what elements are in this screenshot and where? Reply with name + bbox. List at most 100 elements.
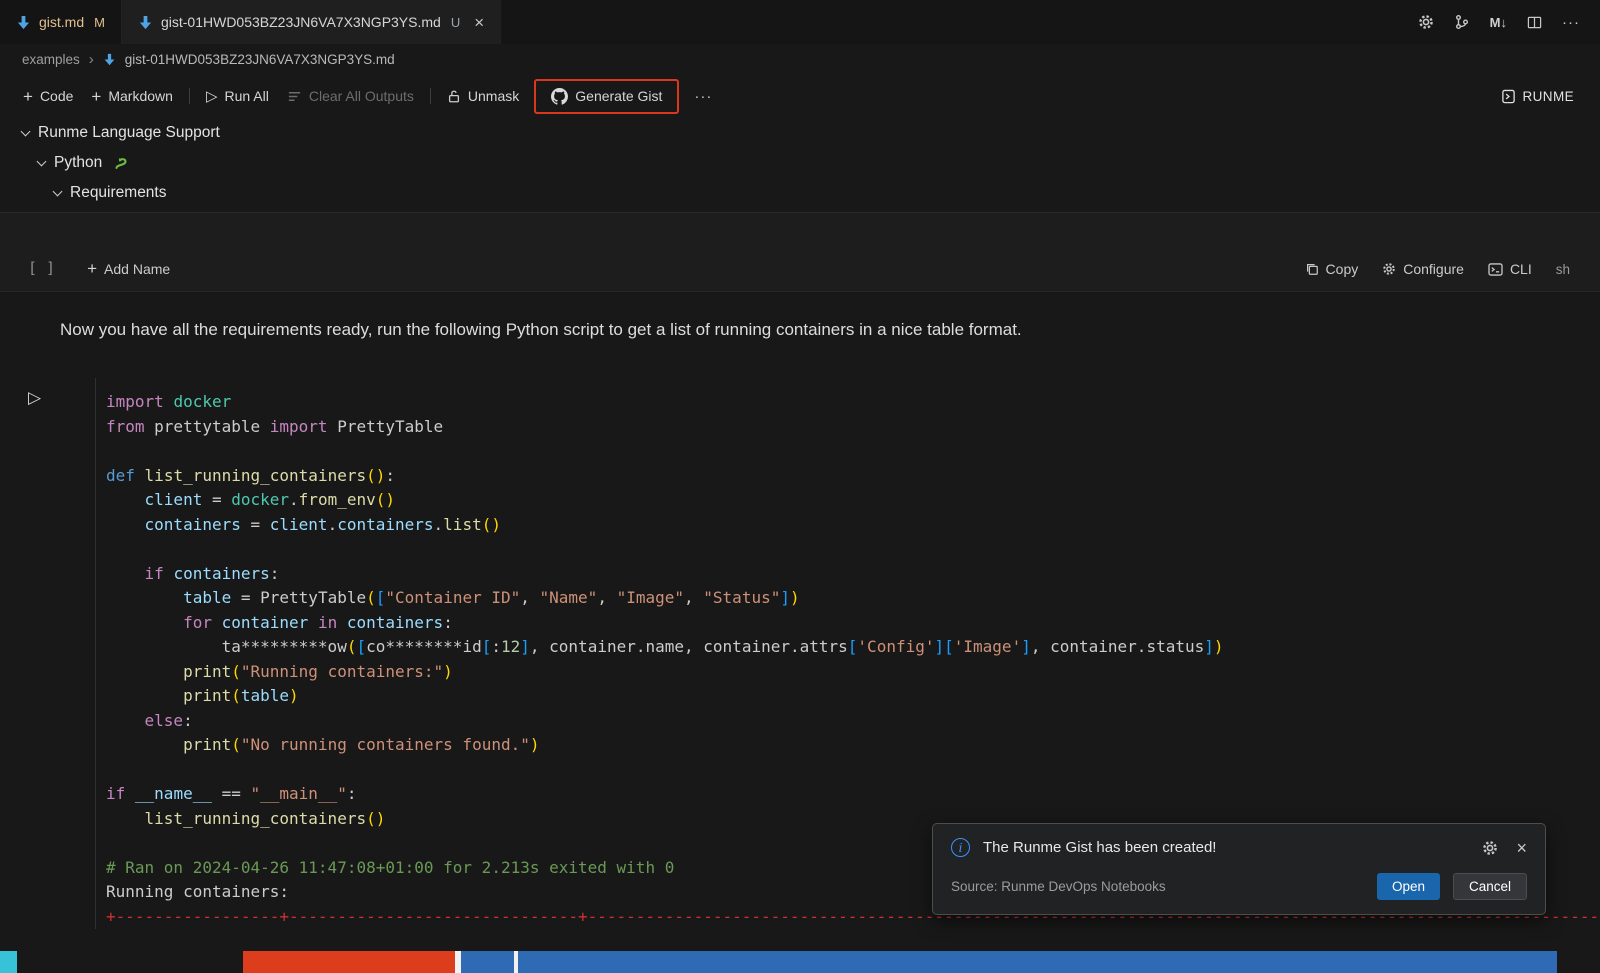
cancel-button[interactable]: Cancel bbox=[1453, 873, 1527, 900]
run-cell-icon[interactable]: ▷ bbox=[28, 388, 41, 408]
copy-label: Copy bbox=[1326, 261, 1359, 277]
cli-button[interactable]: CLI bbox=[1488, 261, 1532, 277]
markdown-file-icon bbox=[16, 15, 31, 30]
runme-label: RUNME bbox=[1523, 89, 1575, 104]
clear-all-outputs-button[interactable]: Clear All Outputs bbox=[278, 83, 423, 109]
gear-icon bbox=[1382, 262, 1396, 276]
tab-label: gist-01HWD053BZ23JN6VA7X3NGP3YS.md bbox=[161, 14, 441, 30]
chevron-right-icon: › bbox=[89, 51, 94, 68]
status-strip-segment bbox=[518, 951, 1557, 973]
info-icon: i bbox=[951, 838, 970, 857]
editor-actions: M↓ ··· bbox=[1418, 0, 1600, 44]
breadcrumb: examples › gist-01HWD053BZ23JN6VA7X3NGP3… bbox=[0, 44, 1600, 74]
add-markdown-button[interactable]: + Markdown bbox=[82, 83, 182, 110]
runme-logo-icon bbox=[1501, 89, 1516, 104]
cell-language-id: sh bbox=[1556, 262, 1570, 277]
tab-gist-md[interactable]: gist.md M bbox=[0, 0, 122, 44]
generate-gist-label: Generate Gist bbox=[575, 88, 662, 104]
toast-message: The Runme Gist has been created! bbox=[983, 839, 1216, 856]
code-line[interactable]: if __name__ == "__main__": bbox=[106, 782, 1600, 807]
generate-gist-button[interactable]: Generate Gist bbox=[542, 83, 671, 110]
configure-label: Configure bbox=[1403, 261, 1464, 277]
toast-source: Source: Runme DevOps Notebooks bbox=[951, 879, 1166, 894]
clear-outputs-icon bbox=[287, 89, 302, 104]
clear-all-outputs-label: Clear All Outputs bbox=[309, 88, 414, 104]
code-line[interactable]: table = PrettyTable(["Container ID", "Na… bbox=[106, 586, 1600, 611]
code-line[interactable]: containers = client.containers.list() bbox=[106, 513, 1600, 538]
code-line[interactable]: else: bbox=[106, 709, 1600, 734]
plus-icon: + bbox=[23, 88, 33, 105]
gear-icon[interactable] bbox=[1418, 14, 1434, 30]
tabbar-empty-space bbox=[501, 0, 1418, 44]
gear-icon[interactable] bbox=[1482, 840, 1498, 856]
add-code-button[interactable]: + Code bbox=[14, 83, 82, 110]
run-all-button[interactable]: ▷ Run All bbox=[197, 82, 278, 110]
chevron-down-icon[interactable] bbox=[37, 156, 47, 166]
run-all-label: Run All bbox=[224, 88, 268, 104]
add-code-label: Code bbox=[40, 88, 73, 104]
markdown-run-icon[interactable]: M↓ bbox=[1490, 15, 1507, 30]
tab-label: gist.md bbox=[39, 14, 84, 30]
close-icon[interactable]: × bbox=[474, 14, 484, 31]
more-cell-actions-icon[interactable]: ··· bbox=[685, 83, 721, 110]
code-line[interactable]: import docker bbox=[106, 390, 1600, 415]
notification-toast: i The Runme Gist has been created! × Sou… bbox=[932, 823, 1546, 915]
notebook-toolbar: + Code + Markdown ▷ Run All Clear All Ou… bbox=[0, 74, 1600, 118]
markdown-paragraph: Now you have all the requirements ready,… bbox=[60, 320, 1600, 340]
code-line[interactable] bbox=[106, 537, 1600, 562]
copy-button[interactable]: Copy bbox=[1305, 261, 1359, 277]
close-icon[interactable]: × bbox=[1516, 839, 1527, 857]
open-button[interactable]: Open bbox=[1377, 873, 1440, 900]
code-line[interactable] bbox=[106, 758, 1600, 783]
github-icon bbox=[551, 88, 568, 105]
status-strip-segment bbox=[461, 951, 514, 973]
code-line[interactable]: from prettytable import PrettyTable bbox=[106, 415, 1600, 440]
toast-actions: × bbox=[1482, 839, 1527, 857]
git-untracked-badge: U bbox=[451, 15, 460, 30]
source-control-graph-icon[interactable] bbox=[1454, 14, 1470, 30]
outline-label: Python bbox=[54, 154, 102, 172]
code-line[interactable]: ta*********ow([co********id[:12], contai… bbox=[106, 635, 1600, 660]
code-line[interactable]: def list_running_containers(): bbox=[106, 464, 1600, 489]
chevron-down-icon[interactable] bbox=[53, 186, 63, 196]
python-snake-icon bbox=[113, 155, 129, 171]
toolbar-divider bbox=[430, 88, 431, 104]
code-line[interactable]: print("Running containers:") bbox=[106, 660, 1600, 685]
chevron-down-icon[interactable] bbox=[21, 126, 31, 136]
code-line[interactable] bbox=[106, 439, 1600, 464]
markdown-file-icon bbox=[103, 53, 116, 66]
tab-bar: gist.md M gist-01HWD053BZ23JN6VA7X3NGP3Y… bbox=[0, 0, 1600, 44]
toast-footer: Source: Runme DevOps Notebooks Open Canc… bbox=[951, 873, 1527, 900]
unmask-button[interactable]: Unmask bbox=[438, 83, 528, 109]
editor-window: gist.md M gist-01HWD053BZ23JN6VA7X3NGP3Y… bbox=[0, 0, 1600, 973]
runme-button[interactable]: RUNME bbox=[1501, 89, 1575, 104]
code-line[interactable]: print(table) bbox=[106, 684, 1600, 709]
add-name-button[interactable]: + Add Name bbox=[87, 260, 170, 277]
code-line[interactable]: client = docker.from_env() bbox=[106, 488, 1600, 513]
plus-icon: + bbox=[87, 260, 97, 277]
split-editor-icon[interactable] bbox=[1527, 15, 1542, 30]
code-line[interactable]: if containers: bbox=[106, 562, 1600, 587]
terminal-icon bbox=[1488, 263, 1503, 276]
requirements-cell-footer: [ ] + Add Name Copy Configure bbox=[0, 212, 1600, 292]
tab-gist-generated-md[interactable]: gist-01HWD053BZ23JN6VA7X3NGP3YS.md U × bbox=[122, 0, 501, 44]
outline-label: Requirements bbox=[70, 184, 167, 202]
add-name-label: Add Name bbox=[104, 261, 170, 277]
more-actions-icon[interactable]: ··· bbox=[1562, 14, 1580, 31]
code-line[interactable]: print("No running containers found.") bbox=[106, 733, 1600, 758]
unmask-label: Unmask bbox=[468, 88, 519, 104]
add-markdown-label: Markdown bbox=[108, 88, 173, 104]
cell-footer-actions: Copy Configure CLI sh bbox=[1305, 261, 1570, 277]
outline-python[interactable]: Python bbox=[0, 148, 1600, 178]
breadcrumb-file[interactable]: gist-01HWD053BZ23JN6VA7X3NGP3YS.md bbox=[125, 52, 395, 67]
toast-header: i The Runme Gist has been created! × bbox=[951, 838, 1527, 857]
breadcrumb-folder[interactable]: examples bbox=[22, 52, 80, 67]
configure-button[interactable]: Configure bbox=[1382, 261, 1464, 277]
outline-runme-language-support[interactable]: Runme Language Support bbox=[0, 118, 1600, 148]
cell-execution-gutter: [ ] bbox=[28, 259, 55, 277]
bottom-strip bbox=[0, 951, 1600, 973]
outline-requirements[interactable]: Requirements bbox=[0, 178, 1600, 208]
toast-buttons: Open Cancel bbox=[1377, 873, 1527, 900]
code-line[interactable]: for container in containers: bbox=[106, 611, 1600, 636]
unlock-icon bbox=[447, 89, 461, 104]
